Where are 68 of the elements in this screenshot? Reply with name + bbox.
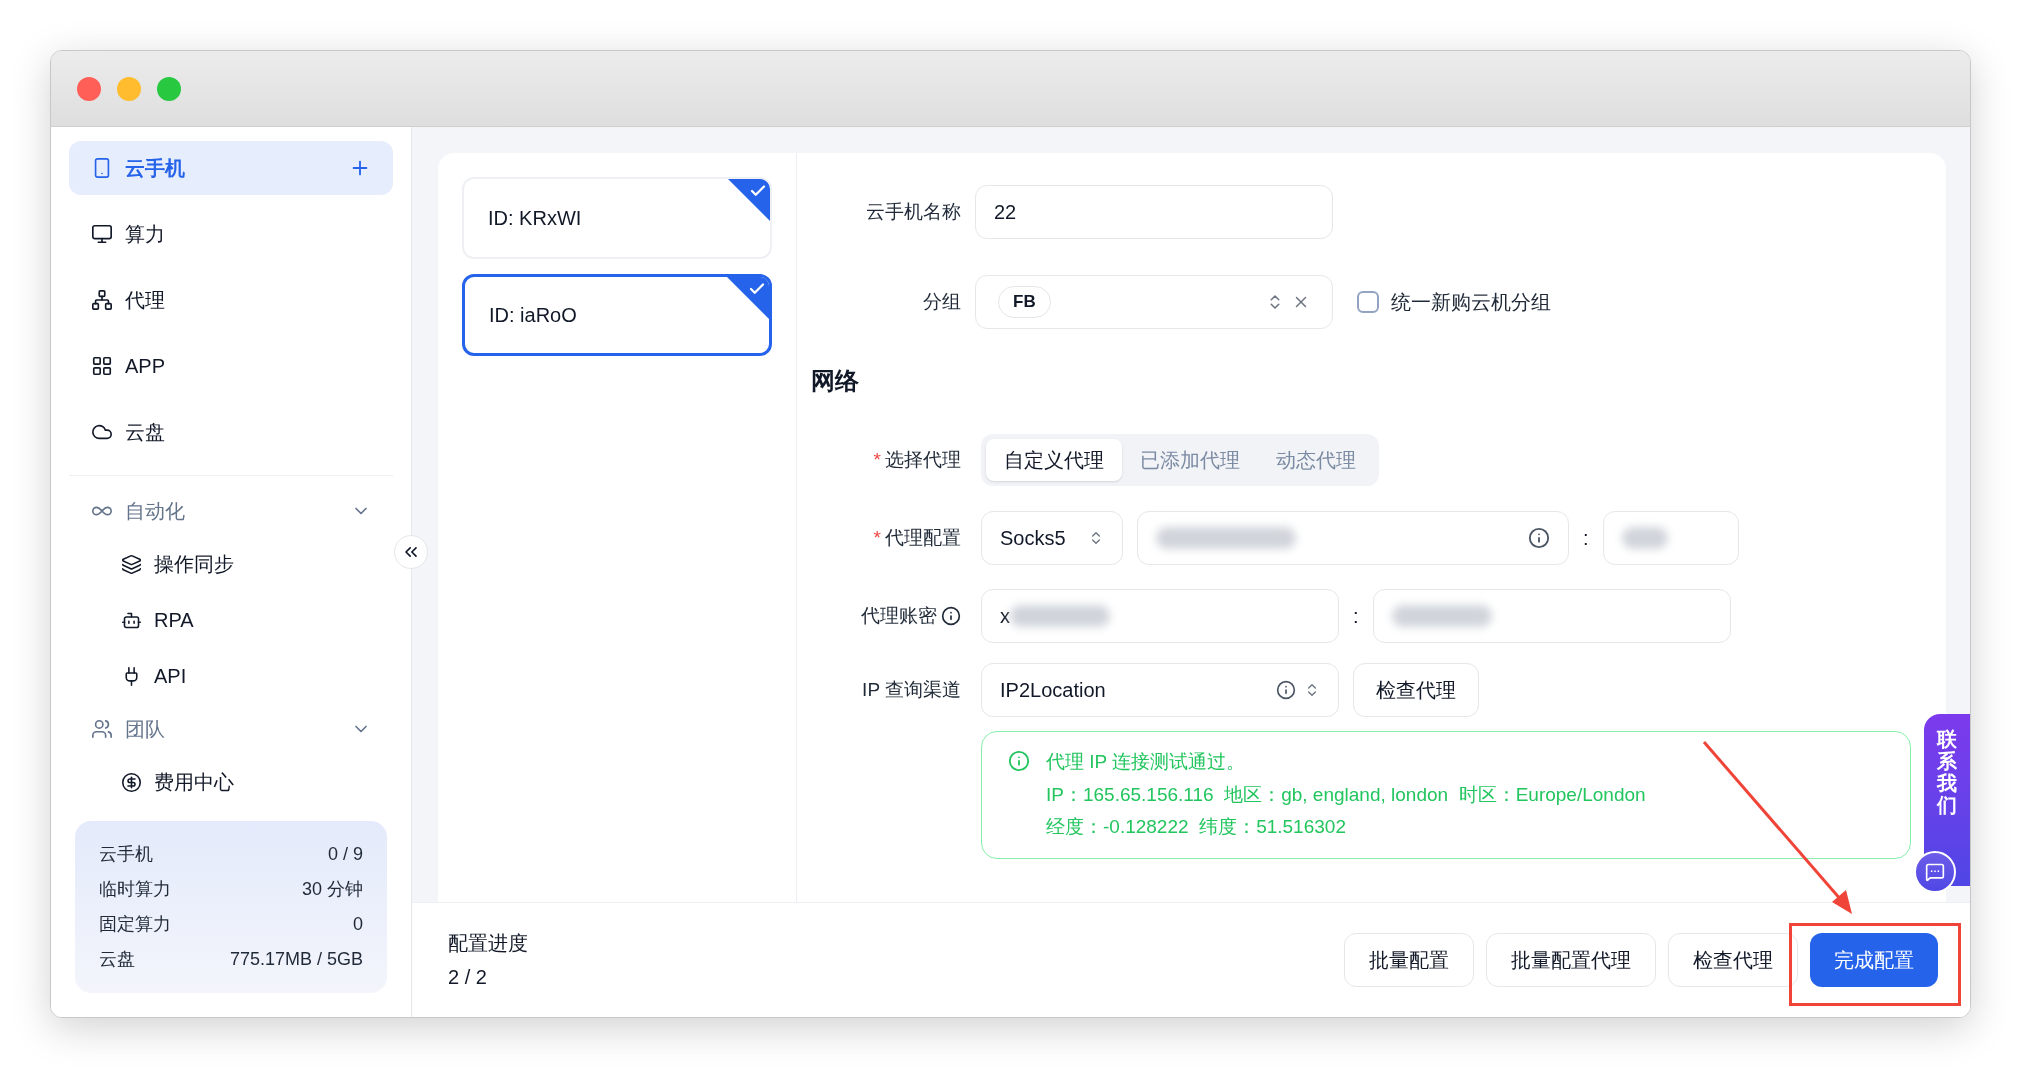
sidebar-item[interactable]: 算力: [69, 207, 393, 261]
info-icon: [1528, 527, 1550, 549]
field-label: 代理配置: [885, 525, 961, 550]
field-label: 分组: [923, 289, 961, 314]
sidebar-item[interactable]: 云手机: [69, 141, 393, 195]
sidebar-subitem[interactable]: API: [69, 648, 393, 704]
info-icon: [1276, 680, 1296, 700]
nav-icon: [91, 223, 113, 245]
sidebar-subitem[interactable]: 操作同步: [69, 536, 393, 592]
username-input[interactable]: x: [981, 589, 1339, 643]
chat-icon: [1925, 862, 1945, 882]
minimize-control[interactable]: [117, 76, 141, 101]
nav-icon: [121, 771, 142, 793]
close-control[interactable]: [77, 76, 101, 101]
channel-select[interactable]: IP2Location: [981, 663, 1339, 717]
field-label: 选择代理: [885, 447, 961, 472]
check-proxy-button[interactable]: 检查代理: [1353, 663, 1479, 717]
unify-checkbox[interactable]: 统一新购云机分组: [1357, 287, 1551, 317]
group-icon: [91, 718, 113, 740]
device-card[interactable]: ID: iaRoO: [462, 274, 772, 356]
collapse-button[interactable]: [394, 535, 428, 569]
nav-icon: [91, 355, 113, 377]
protocol-select[interactable]: Socks5: [981, 511, 1123, 565]
progress-label: 配置进度: [448, 931, 528, 956]
result-text: IP：165.65.156.116 地区：gb, england, london 时区：Europe/London: [1046, 782, 1646, 807]
password-input[interactable]: [1372, 589, 1731, 643]
field-label: IP 查询渠道: [862, 677, 961, 702]
separator: :: [1353, 604, 1359, 629]
name-input[interactable]: 22: [975, 185, 1333, 239]
segment-tab[interactable]: 自定义代理: [986, 439, 1122, 481]
info-icon: [1008, 750, 1030, 772]
sidebar-item[interactable]: 云盘: [69, 405, 393, 459]
separator: :: [1583, 526, 1589, 551]
stat-label: 云手机: [99, 843, 153, 866]
info-icon: [941, 606, 961, 626]
device-card[interactable]: ID: KRxWI: [462, 177, 772, 259]
port-input[interactable]: [1602, 511, 1739, 565]
stat-label: 固定算力: [99, 913, 171, 936]
stat-label: 云盘: [99, 948, 135, 971]
sidebar-subitem[interactable]: 费用中心: [69, 754, 393, 810]
stat-label: 临时算力: [99, 878, 171, 901]
stat-value: 30 分钟: [301, 878, 363, 901]
sidebar-item[interactable]: APP: [69, 339, 393, 393]
section-title: 网络: [811, 366, 859, 396]
stat-value: 0: [353, 913, 363, 936]
sidebar-item[interactable]: 代理: [69, 273, 393, 327]
host-input[interactable]: [1137, 511, 1569, 565]
nav-icon: [121, 553, 142, 575]
footer-button[interactable]: 完成配置: [1810, 933, 1938, 987]
field-label: 云手机名称: [866, 199, 961, 224]
stat-value: 0 / 9: [327, 843, 363, 866]
required-mark: *: [873, 447, 881, 472]
zoom-control[interactable]: [157, 76, 181, 101]
sidebar-subitem[interactable]: RPA: [69, 592, 393, 648]
sidebar-group[interactable]: 团队: [69, 704, 393, 754]
footer-button[interactable]: 批量配置: [1344, 933, 1474, 987]
sidebar-group[interactable]: 自动化: [69, 486, 393, 536]
nav-icon: [91, 289, 113, 311]
progress-value: 2 / 2: [448, 965, 488, 990]
result-text: 经度：-0.128222 纬度：51.516302: [1046, 815, 1347, 839]
group-select[interactable]: FB: [975, 275, 1333, 329]
field-label: 代理账密: [861, 603, 937, 628]
stat-value: 775.17MB / 5GB: [229, 948, 363, 971]
footer-button[interactable]: 检查代理: [1668, 933, 1798, 987]
result-text: 代理 IP 连接测试通过。: [1046, 750, 1247, 774]
blurred-text: [1621, 527, 1668, 549]
footer-button[interactable]: 批量配置代理: [1486, 933, 1656, 987]
required-mark: *: [873, 525, 881, 550]
